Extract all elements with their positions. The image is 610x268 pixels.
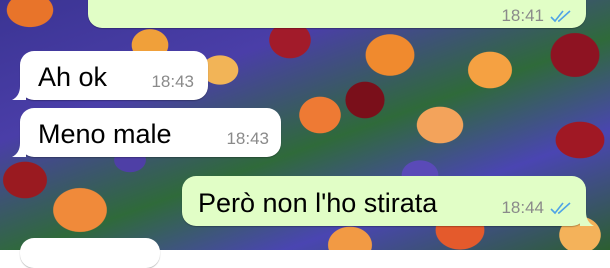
message-time: 18:44 xyxy=(501,198,544,217)
message-meta: 18:43 xyxy=(226,129,269,151)
message-text: Ah ok xyxy=(38,62,108,92)
double-check-icon xyxy=(550,10,571,23)
message-meta: 18:43 xyxy=(151,72,194,94)
bubble-tail xyxy=(12,143,26,157)
message-text: Meno male xyxy=(38,119,172,149)
message-bubble-incoming[interactable]: Meno male 18:43 xyxy=(12,108,281,157)
message-time: 18:43 xyxy=(151,72,194,91)
message-bubble-outgoing[interactable]: Però non l'ho stirata 18:44 xyxy=(182,176,594,226)
message-meta: 18:44 xyxy=(501,198,572,220)
bubble-tail xyxy=(12,86,26,100)
message-bubble-incoming[interactable] xyxy=(20,238,160,268)
message-meta: 18:41 xyxy=(501,6,572,28)
message-time: 18:43 xyxy=(226,129,269,148)
message-bubble-incoming[interactable]: Ah ok 18:43 xyxy=(12,51,208,100)
bubble-tail xyxy=(580,212,594,226)
message-text: Però non l'ho stirata xyxy=(198,188,438,218)
message-bubble-outgoing[interactable]: 18:41 xyxy=(88,0,586,28)
message-time: 18:41 xyxy=(501,6,544,25)
double-check-icon xyxy=(550,202,571,215)
